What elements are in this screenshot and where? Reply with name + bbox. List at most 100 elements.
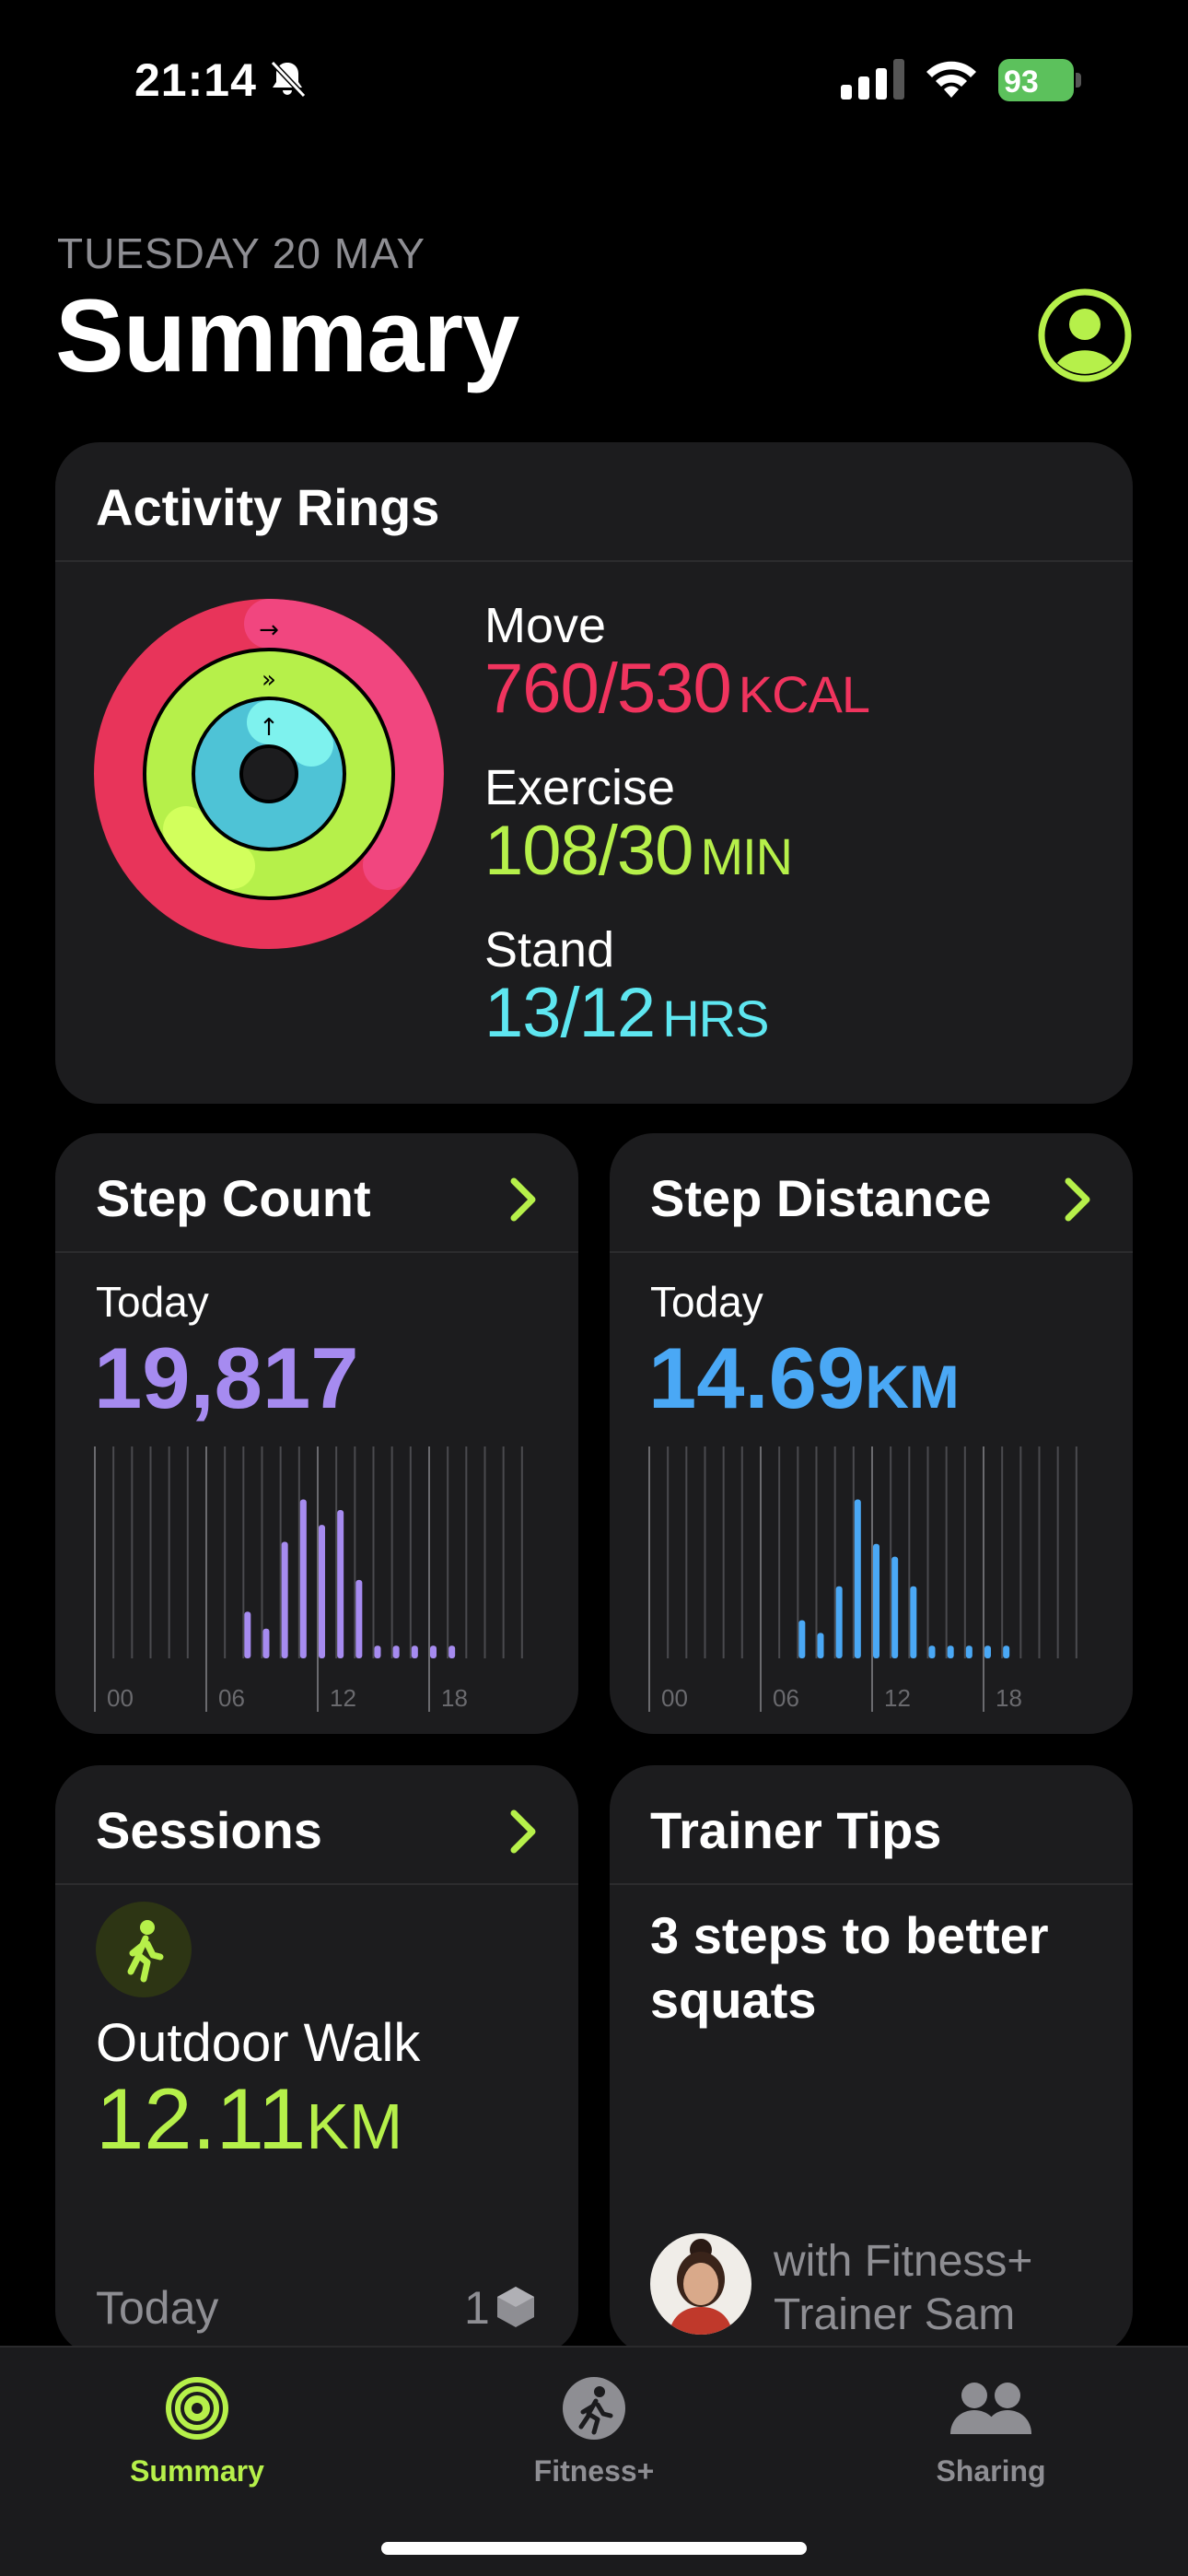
chart-bar xyxy=(299,1499,307,1658)
trainer-tips-title: Trainer Tips xyxy=(650,1801,942,1859)
step-count-card[interactable]: Step Count Today 19,817 00 06 12 18 xyxy=(55,1133,578,1734)
chart-bar xyxy=(281,1541,288,1658)
stand-unit: HRS xyxy=(662,989,769,1048)
stand-value-number: 13/12 xyxy=(484,974,656,1052)
card-header: Activity Rings xyxy=(55,442,1133,562)
chart-bar xyxy=(355,1579,363,1658)
trainer-credit: with Fitness+ Trainer Sam xyxy=(774,2235,1032,2342)
step-distance-value: 14.69KM xyxy=(648,1329,960,1428)
chart-axis-label: 18 xyxy=(441,1684,468,1712)
workout-count: 1 xyxy=(464,2282,490,2334)
tab-sharing-label: Sharing xyxy=(936,2454,1046,2488)
tab-summary[interactable]: Summary xyxy=(59,2348,335,2504)
svg-text:↑: ↑ xyxy=(259,714,279,742)
sharing-people-icon xyxy=(950,2383,1031,2434)
chart-bar xyxy=(1003,1645,1010,1658)
chart-bar xyxy=(337,1510,344,1658)
step-distance-card[interactable]: Step Distance Today 14.69KM 00 06 12 18 xyxy=(610,1133,1133,1734)
step-distance-chart: 00 06 12 18 xyxy=(648,1446,1077,1712)
workout-distance-number: 12.11 xyxy=(96,2070,307,2167)
exercise-label: Exercise xyxy=(484,760,676,815)
chart-bar xyxy=(374,1645,381,1658)
chart-bar xyxy=(910,1586,917,1658)
card-header: Sessions xyxy=(55,1765,578,1885)
chart-bar xyxy=(448,1645,456,1658)
chart-bar xyxy=(319,1525,325,1658)
chart-bar xyxy=(244,1611,251,1658)
chart-axis-label: 00 xyxy=(661,1684,688,1712)
summary-rings-icon xyxy=(166,2377,228,2440)
svg-text:→: → xyxy=(259,616,279,644)
bell-slash-icon xyxy=(270,60,307,99)
activity-rings-card[interactable]: Activity Rings → » ↑ Move 760/530 KCAL Ex… xyxy=(55,442,1133,1104)
chart-bar xyxy=(798,1620,806,1658)
chart-bar xyxy=(411,1645,418,1658)
tab-fitness-plus[interactable]: Fitness+ xyxy=(456,2348,732,2504)
trainer-tip-text: 3 steps to better squats xyxy=(650,1906,1049,2029)
chevron-right-icon[interactable] xyxy=(508,1177,540,1222)
chart-axis-label: 00 xyxy=(107,1684,134,1712)
home-indicator xyxy=(381,2542,807,2555)
workout-period: Today xyxy=(96,2282,219,2334)
tab-summary-label: Summary xyxy=(130,2454,264,2488)
chart-axis-label: 06 xyxy=(218,1684,245,1712)
chart-bar xyxy=(430,1645,437,1658)
wifi-icon xyxy=(926,61,976,98)
move-value: 760/530 KCAL xyxy=(484,649,870,729)
card-header: Trainer Tips xyxy=(610,1765,1133,1885)
sessions-title: Sessions xyxy=(96,1801,322,1859)
battery-level: 93 xyxy=(1004,64,1039,100)
trainer-credit-line1: with Fitness+ xyxy=(774,2237,1033,2286)
workout-distance: 12.11KM xyxy=(96,2069,402,2169)
trainer-credit-line2: Trainer Sam xyxy=(774,2290,1016,2339)
status-time: 21:14 xyxy=(134,54,257,106)
trainer-avatar xyxy=(650,2233,751,2335)
tab-sharing[interactable]: Sharing xyxy=(853,2348,1129,2504)
person-circle-icon[interactable] xyxy=(1037,287,1133,383)
move-value-number: 760/530 xyxy=(484,650,732,728)
trainer-tips-card[interactable]: Trainer Tips 3 steps to better squats wi… xyxy=(610,1765,1133,2355)
chart-axis-label: 12 xyxy=(884,1684,911,1712)
chart-bar xyxy=(817,1633,824,1658)
chart-bar xyxy=(392,1645,400,1658)
exercise-value-number: 108/30 xyxy=(484,812,693,890)
chart-bar xyxy=(984,1645,991,1658)
tab-fitness-plus-label: Fitness+ xyxy=(533,2454,655,2488)
step-count-period: Today xyxy=(96,1278,209,1326)
chart-bar xyxy=(947,1645,954,1658)
activity-rings-graphic: → » ↑ xyxy=(94,599,444,949)
chart-bar xyxy=(262,1628,270,1658)
workout-badge-icon xyxy=(497,2287,534,2327)
workout-icon-badge xyxy=(96,1902,192,1997)
chart-axis-label: 18 xyxy=(996,1684,1022,1712)
move-label: Move xyxy=(484,598,607,653)
step-count-value: 19,817 xyxy=(94,1329,359,1426)
step-count-title: Step Count xyxy=(96,1169,371,1227)
chart-bar xyxy=(873,1543,879,1658)
workout-name: Outdoor Walk xyxy=(96,2013,421,2073)
step-distance-title: Step Distance xyxy=(650,1169,992,1227)
move-unit: KCAL xyxy=(738,665,870,723)
chart-bar xyxy=(928,1645,936,1658)
card-header: Step Count xyxy=(55,1133,578,1253)
exercise-value: 108/30 MIN xyxy=(484,811,793,891)
step-distance-number: 14.69 xyxy=(648,1329,866,1426)
exercise-unit: MIN xyxy=(700,827,793,885)
svg-text:»: » xyxy=(262,666,276,694)
step-count-chart: 00 06 12 18 xyxy=(94,1446,523,1712)
sessions-card[interactable]: Sessions Outdoor Walk 12.11KM Today 1 xyxy=(55,1765,578,2355)
chevron-right-icon[interactable] xyxy=(1063,1177,1094,1222)
page-title: Summary xyxy=(55,278,519,393)
card-header: Step Distance xyxy=(610,1133,1133,1253)
step-distance-unit: KM xyxy=(865,1352,960,1421)
activity-rings-title: Activity Rings xyxy=(96,478,440,536)
battery-charging-icon: 93 xyxy=(998,59,1083,101)
stand-label: Stand xyxy=(484,922,615,978)
fitness-plus-icon xyxy=(563,2377,625,2440)
status-bar: 21:14 93 xyxy=(0,0,1188,157)
chart-bar xyxy=(835,1586,843,1658)
figure-walk-icon xyxy=(127,1920,164,1983)
header-date: TUESDAY 20 MAY xyxy=(57,229,426,277)
chevron-right-icon[interactable] xyxy=(508,1809,540,1854)
chart-axis-label: 12 xyxy=(330,1684,356,1712)
